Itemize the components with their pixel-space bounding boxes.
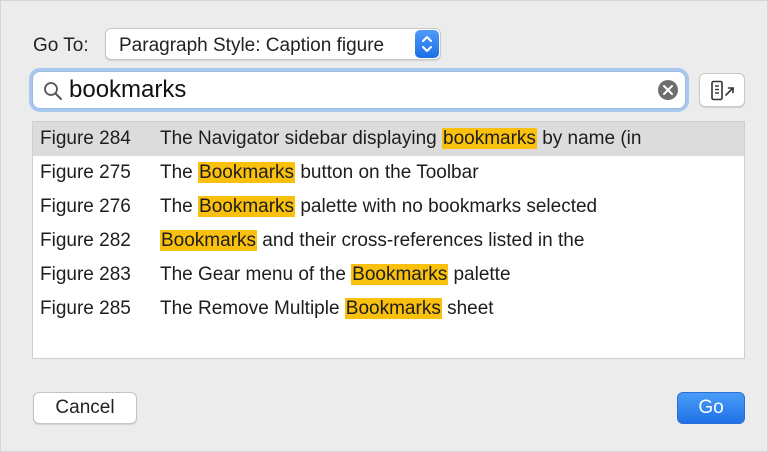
match-highlight: Bookmarks: [198, 162, 296, 183]
caption-text: palette: [448, 264, 511, 285]
caption-text: palette with no bookmarks selected: [295, 196, 598, 217]
figure-number: Figure 275: [40, 162, 131, 183]
search-field[interactable]: [32, 71, 686, 109]
list-item[interactable]: Figure 283 The Gear menu of the Bookmarks…: [33, 258, 744, 292]
results-list[interactable]: Figure 284 The Navigator sidebar displayi…: [32, 121, 745, 359]
list-item[interactable]: Figure 284 The Navigator sidebar displayi…: [33, 122, 744, 156]
caption-text: The: [160, 196, 199, 217]
caption-text: The Gear menu of the: [160, 264, 352, 285]
open-in-sidebar-button[interactable]: [699, 73, 745, 107]
search-icon: [43, 81, 63, 106]
figure-number: Figure 285: [40, 298, 131, 319]
list-item[interactable]: Figure 275 The Bookmarks button on the To…: [33, 156, 744, 190]
clear-search-icon[interactable]: [658, 80, 678, 100]
go-to-dialog: Go To: Paragraph Style: Caption figure b…: [0, 0, 768, 452]
figure-number: Figure 284: [40, 128, 131, 149]
match-highlight: Bookmarks: [198, 196, 296, 217]
list-item[interactable]: Figure 282 Bookmarks and their cross-refe…: [33, 224, 744, 258]
caption-text: button on the Toolbar: [295, 162, 479, 183]
caption-text: and their cross-references listed in the: [257, 230, 585, 251]
up-down-chevron-icon: [415, 30, 439, 58]
match-highlight: bookmarks: [442, 128, 537, 149]
match-highlight: Bookmarks: [351, 264, 449, 285]
match-highlight: Bookmarks: [344, 298, 442, 319]
caption-text: by name (in: [536, 128, 642, 149]
list-item[interactable]: Figure 276 The Bookmarks palette with no …: [33, 190, 744, 224]
list-item[interactable]: Figure 285 The Remove Multiple Bookmarks …: [33, 292, 744, 326]
figure-number: Figure 282: [40, 230, 131, 251]
match-highlight: Bookmarks: [160, 230, 258, 251]
caption-text: The Navigator sidebar displaying: [160, 128, 442, 149]
cancel-button[interactable]: Cancel: [33, 392, 137, 424]
caption-text: sheet: [441, 298, 494, 319]
goto-popup-value: Paragraph Style: Caption figure: [119, 35, 385, 56]
caption-text: The Remove Multiple: [160, 298, 345, 319]
search-input[interactable]: [69, 74, 649, 106]
figure-number: Figure 276: [40, 196, 131, 217]
goto-popup-button[interactable]: Paragraph Style: Caption figure: [105, 28, 441, 60]
goto-label: Go To:: [33, 35, 89, 56]
figure-number: Figure 283: [40, 264, 131, 285]
caption-text: The: [160, 162, 199, 183]
go-button[interactable]: Go: [677, 392, 745, 424]
